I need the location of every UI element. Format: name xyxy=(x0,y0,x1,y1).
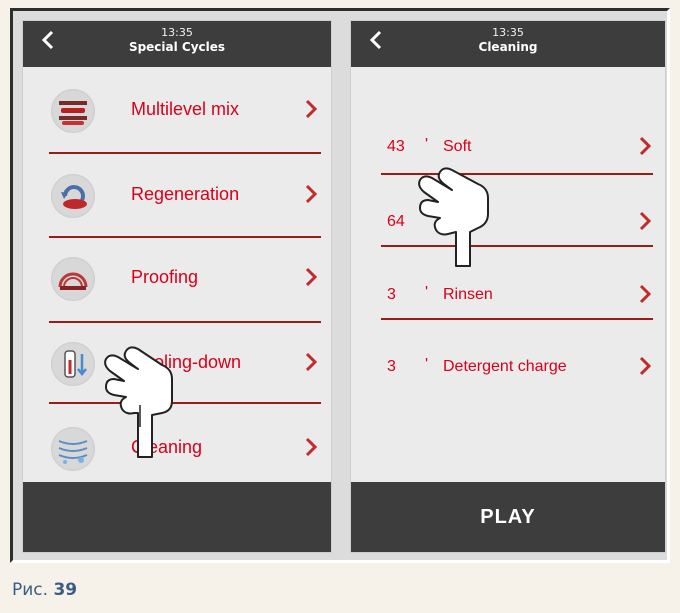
play-button[interactable]: PLAY xyxy=(351,482,665,552)
back-arrow-icon[interactable] xyxy=(41,29,55,51)
divider xyxy=(381,173,653,175)
minute-mark: ' xyxy=(425,136,429,153)
chevron-right-icon[interactable] xyxy=(639,136,651,156)
cleaning-icon xyxy=(51,427,95,471)
program-duration: 3 xyxy=(387,358,396,375)
chevron-right-icon[interactable] xyxy=(305,184,317,204)
caption-prefix: Рис. xyxy=(12,580,49,600)
clock-time: 13:35 xyxy=(492,26,524,39)
minute-mark: ' xyxy=(425,356,429,373)
chevron-right-icon[interactable] xyxy=(305,437,317,457)
program-item-detergent-charge[interactable]: 3 ' Detergent charge xyxy=(351,338,665,398)
divider xyxy=(49,152,321,154)
screen-title: Cleaning xyxy=(478,40,538,54)
cooling-down-icon xyxy=(51,342,95,386)
regeneration-icon xyxy=(51,174,95,218)
minute-mark: ' xyxy=(425,211,429,228)
play-label: PLAY xyxy=(480,506,536,528)
chevron-right-icon[interactable] xyxy=(305,352,317,372)
divider xyxy=(49,321,321,323)
program-item-soft[interactable]: 43 ' Soft xyxy=(351,118,665,178)
caption-number: 39 xyxy=(53,580,78,600)
special-cycles-screen: 13:35 Special Cycles Multilevel mix Rege… xyxy=(22,20,332,553)
divider xyxy=(49,402,321,404)
footer-bar xyxy=(23,482,331,552)
program-item-rinsen[interactable]: 3 ' Rinsen xyxy=(351,266,665,326)
program-label: Detergent charge xyxy=(443,358,567,375)
proofing-icon xyxy=(51,257,95,301)
program-item-hard[interactable]: 64 ' Hard xyxy=(351,193,665,253)
divider xyxy=(381,318,653,320)
program-duration: 43 xyxy=(387,138,405,155)
menu-item-regeneration[interactable]: Regeneration xyxy=(23,166,331,226)
header-bar: 13:35 Cleaning xyxy=(351,21,665,67)
screen-title: Special Cycles xyxy=(128,40,226,54)
menu-item-cooling-down[interactable]: Cooling-down xyxy=(23,334,331,394)
program-label: Rinsen xyxy=(443,286,493,303)
back-arrow-icon[interactable] xyxy=(369,29,383,51)
menu-item-label: Cleaning xyxy=(131,437,203,457)
figure-caption: Рис. 39 xyxy=(12,580,77,600)
multilevel-mix-icon xyxy=(51,89,95,133)
program-duration: 3 xyxy=(387,286,396,303)
chevron-right-icon[interactable] xyxy=(639,356,651,376)
chevron-right-icon[interactable] xyxy=(639,211,651,231)
menu-item-label: Regeneration xyxy=(131,184,240,204)
divider xyxy=(49,236,321,238)
program-label: Soft xyxy=(443,138,472,155)
program-duration: 64 xyxy=(387,213,405,230)
menu-item-cleaning[interactable]: Cleaning xyxy=(23,419,331,479)
program-label: Hard xyxy=(443,213,478,230)
chevron-right-icon[interactable] xyxy=(305,99,317,119)
chevron-right-icon[interactable] xyxy=(639,284,651,304)
menu-item-label: Proofing xyxy=(131,267,199,287)
cleaning-screen: 13:35 Cleaning 43 ' Soft 64 ' Hard 3 ' R… xyxy=(350,20,666,553)
menu-item-label: Cooling-down xyxy=(131,352,242,372)
menu-item-multilevel-mix[interactable]: Multilevel mix xyxy=(23,81,331,141)
menu-item-label: Multilevel mix xyxy=(131,99,240,119)
header-bar: 13:35 Special Cycles xyxy=(23,21,331,67)
minute-mark: ' xyxy=(425,284,429,301)
menu-item-proofing[interactable]: Proofing xyxy=(23,249,331,309)
divider xyxy=(381,245,653,247)
chevron-right-icon[interactable] xyxy=(305,267,317,287)
clock-time: 13:35 xyxy=(161,26,193,39)
